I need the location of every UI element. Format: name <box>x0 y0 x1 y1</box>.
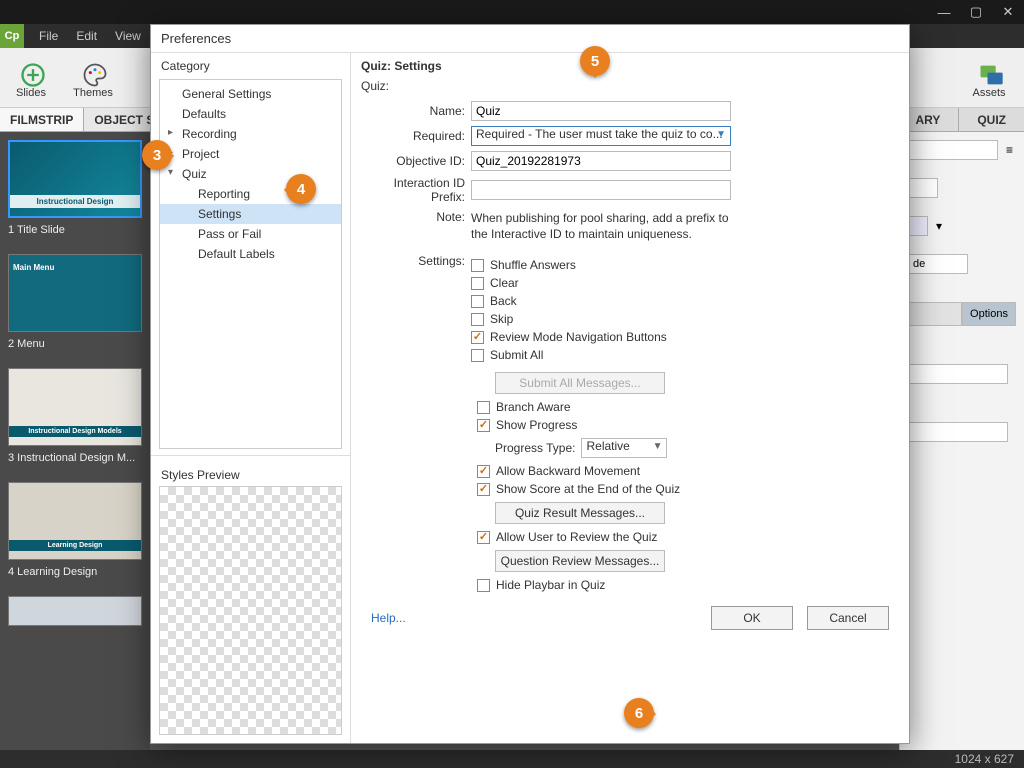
chk-review-nav[interactable] <box>471 331 484 344</box>
chk-skip[interactable] <box>471 313 484 326</box>
tree-general-settings[interactable]: General Settings <box>160 84 341 104</box>
tree-project[interactable]: Project <box>160 144 341 164</box>
styles-preview <box>159 486 342 735</box>
chk-submit-all-label: Submit All <box>490 348 543 362</box>
styles-preview-label: Styles Preview <box>151 455 350 486</box>
chk-branch-aware[interactable] <box>477 401 490 414</box>
chk-show-progress[interactable] <box>477 419 490 432</box>
chk-allow-review-label: Allow User to Review the Quiz <box>496 530 657 544</box>
quiz-result-messages-button[interactable]: Quiz Result Messages... <box>495 502 665 524</box>
ok-button[interactable]: OK <box>711 606 793 630</box>
chk-allow-review[interactable] <box>477 531 490 544</box>
name-label: Name: <box>361 104 471 118</box>
chk-review-nav-label: Review Mode Navigation Buttons <box>490 330 667 344</box>
cancel-button[interactable]: Cancel <box>807 606 889 630</box>
question-review-messages-button[interactable]: Question Review Messages... <box>495 550 665 572</box>
chk-hide-playbar-label: Hide Playbar in Quiz <box>496 578 605 592</box>
chk-back[interactable] <box>471 295 484 308</box>
chk-hide-playbar[interactable] <box>477 579 490 592</box>
tree-quiz-passfail[interactable]: Pass or Fail <box>160 224 341 244</box>
callout-badge-5: 5 <box>580 46 610 76</box>
prefix-label: Interaction ID Prefix: <box>361 176 471 204</box>
callout-badge-6: 6 <box>624 698 654 728</box>
progress-type-label: Progress Type: <box>495 441 575 455</box>
chk-show-score-label: Show Score at the End of the Quiz <box>496 482 680 496</box>
objective-input[interactable] <box>471 151 731 171</box>
chk-clear[interactable] <box>471 277 484 290</box>
chk-clear-label: Clear <box>490 276 519 290</box>
chk-back-label: Back <box>490 294 517 308</box>
panel-header: Quiz: Settings <box>361 59 899 73</box>
note-text: When publishing for pool sharing, add a … <box>471 210 731 242</box>
category-tree: General Settings Defaults Recording Proj… <box>159 79 342 449</box>
callout-badge-4: 4 <box>286 174 316 204</box>
chk-submit-all[interactable] <box>471 349 484 362</box>
prefix-input[interactable] <box>471 180 731 200</box>
settings-section-label: Settings: <box>361 254 471 268</box>
name-input[interactable] <box>471 101 731 121</box>
chk-branch-aware-label: Branch Aware <box>496 400 571 414</box>
tree-recording[interactable]: Recording <box>160 124 341 144</box>
chk-show-score[interactable] <box>477 483 490 496</box>
chk-allow-back-label: Allow Backward Movement <box>496 464 640 478</box>
required-label: Required: <box>361 129 471 143</box>
chk-allow-back[interactable] <box>477 465 490 478</box>
required-select[interactable]: Required - The user must take the quiz t… <box>471 126 731 146</box>
help-link[interactable]: Help... <box>371 611 406 625</box>
chk-show-progress-label: Show Progress <box>496 418 577 432</box>
chk-shuffle-label: Shuffle Answers <box>490 258 576 272</box>
progress-type-select[interactable]: Relative <box>581 438 667 458</box>
tree-defaults[interactable]: Defaults <box>160 104 341 124</box>
note-label: Note: <box>361 210 471 242</box>
quiz-section-label: Quiz: <box>361 79 899 93</box>
chk-skip-label: Skip <box>490 312 513 326</box>
dialog-title: Preferences <box>151 25 909 52</box>
tree-quiz-settings[interactable]: Settings <box>160 204 341 224</box>
submit-all-messages-button: Submit All Messages... <box>495 372 665 394</box>
objective-label: Objective ID: <box>361 154 471 168</box>
preferences-dialog: Preferences Category General Settings De… <box>150 24 910 744</box>
category-header: Category <box>151 53 350 79</box>
callout-badge-3: 3 <box>142 140 172 170</box>
chk-shuffle[interactable] <box>471 259 484 272</box>
tree-quiz-default-labels[interactable]: Default Labels <box>160 244 341 264</box>
